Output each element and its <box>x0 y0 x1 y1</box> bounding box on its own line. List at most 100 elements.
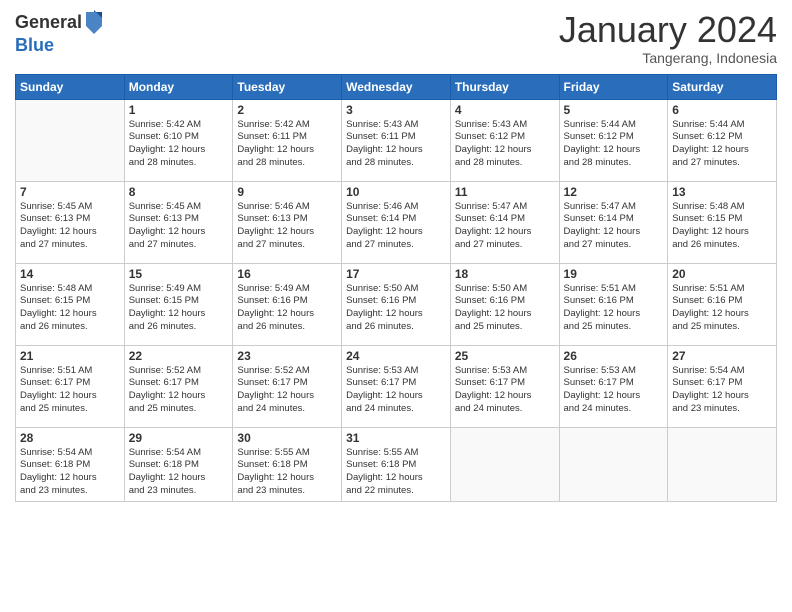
day-info: Sunrise: 5:53 AMSunset: 6:17 PMDaylight:… <box>564 365 664 416</box>
day-number: 4 <box>455 103 555 117</box>
logo-blue: Blue <box>15 36 104 56</box>
day-number: 21 <box>20 349 120 363</box>
day-number: 1 <box>129 103 229 117</box>
page: General Blue January 2024 Tangerang, Ind… <box>0 0 792 612</box>
title-section: January 2024 Tangerang, Indonesia <box>559 10 777 66</box>
calendar-cell: 22Sunrise: 5:52 AMSunset: 6:17 PMDayligh… <box>124 345 233 427</box>
calendar-cell: 26Sunrise: 5:53 AMSunset: 6:17 PMDayligh… <box>559 345 668 427</box>
calendar-cell <box>668 427 777 501</box>
logo-text: General Blue <box>15 10 104 56</box>
calendar-cell: 24 Sunrise: 5:53 AMSunset: 6:17 PMDayligh… <box>342 345 451 427</box>
day-info: Sunrise: 5:48 AMSunset: 6:15 PMDaylight:… <box>672 201 772 252</box>
calendar-cell: 17Sunrise: 5:50 AMSunset: 6:16 PMDayligh… <box>342 263 451 345</box>
calendar-cell <box>16 99 125 181</box>
week-row-1: 7 Sunrise: 5:45 AMSunset: 6:13 PMDaylight… <box>16 181 777 263</box>
day-number: 14 <box>20 267 120 281</box>
calendar-cell: 1 Sunrise: 5:42 AMSunset: 6:10 PMDaylight… <box>124 99 233 181</box>
day-number: 20 <box>672 267 772 281</box>
calendar-cell: 7 Sunrise: 5:45 AMSunset: 6:13 PMDaylight… <box>16 181 125 263</box>
day-info: Sunrise: 5:52 AMSunset: 6:17 PMDaylight:… <box>237 365 337 416</box>
calendar-cell: 14 Sunrise: 5:48 AMSunset: 6:15 PMDayligh… <box>16 263 125 345</box>
day-number: 16 <box>237 267 337 281</box>
calendar-cell <box>450 427 559 501</box>
day-info: Sunrise: 5:53 AMSunset: 6:17 PMDaylight:… <box>346 365 446 416</box>
day-info: Sunrise: 5:53 AMSunset: 6:17 PMDaylight:… <box>455 365 555 416</box>
month-title: January 2024 <box>559 10 777 50</box>
day-info: Sunrise: 5:42 AMSunset: 6:11 PMDaylight:… <box>237 119 337 170</box>
col-header-sunday: Sunday <box>16 74 125 99</box>
calendar-cell: 20 Sunrise: 5:51 AMSunset: 6:16 PMDayligh… <box>668 263 777 345</box>
day-number: 15 <box>129 267 229 281</box>
calendar-cell: 16 Sunrise: 5:49 AMSunset: 6:16 PMDayligh… <box>233 263 342 345</box>
day-number: 30 <box>237 431 337 445</box>
day-number: 27 <box>672 349 772 363</box>
calendar-cell: 11 Sunrise: 5:47 AMSunset: 6:14 PMDayligh… <box>450 181 559 263</box>
day-info: Sunrise: 5:47 AMSunset: 6:14 PMDaylight:… <box>455 201 555 252</box>
day-number: 10 <box>346 185 446 199</box>
day-info: Sunrise: 5:42 AMSunset: 6:10 PMDaylight:… <box>129 119 229 170</box>
day-info: Sunrise: 5:54 AMSunset: 6:17 PMDaylight:… <box>672 365 772 416</box>
calendar-cell: 6Sunrise: 5:44 AMSunset: 6:12 PMDaylight… <box>668 99 777 181</box>
calendar-cell: 25 Sunrise: 5:53 AMSunset: 6:17 PMDayligh… <box>450 345 559 427</box>
day-number: 7 <box>20 185 120 199</box>
day-info: Sunrise: 5:46 AMSunset: 6:14 PMDaylight:… <box>346 201 446 252</box>
day-number: 23 <box>237 349 337 363</box>
day-info: Sunrise: 5:44 AMSunset: 6:12 PMDaylight:… <box>564 119 664 170</box>
day-number: 17 <box>346 267 446 281</box>
calendar-cell: 27 Sunrise: 5:54 AMSunset: 6:17 PMDayligh… <box>668 345 777 427</box>
calendar-cell: 15 Sunrise: 5:49 AMSunset: 6:15 PMDayligh… <box>124 263 233 345</box>
calendar-cell: 13Sunrise: 5:48 AMSunset: 6:15 PMDayligh… <box>668 181 777 263</box>
day-number: 24 <box>346 349 446 363</box>
location: Tangerang, Indonesia <box>559 50 777 66</box>
col-header-friday: Friday <box>559 74 668 99</box>
day-info: Sunrise: 5:49 AMSunset: 6:16 PMDaylight:… <box>237 283 337 334</box>
calendar-cell: 12Sunrise: 5:47 AMSunset: 6:14 PMDayligh… <box>559 181 668 263</box>
week-row-3: 21 Sunrise: 5:51 AMSunset: 6:17 PMDayligh… <box>16 345 777 427</box>
day-number: 19 <box>564 267 664 281</box>
calendar-cell: 29Sunrise: 5:54 AMSunset: 6:18 PMDayligh… <box>124 427 233 501</box>
day-info: Sunrise: 5:55 AMSunset: 6:18 PMDaylight:… <box>346 447 446 498</box>
day-info: Sunrise: 5:44 AMSunset: 6:12 PMDaylight:… <box>672 119 772 170</box>
day-number: 31 <box>346 431 446 445</box>
day-info: Sunrise: 5:48 AMSunset: 6:15 PMDaylight:… <box>20 283 120 334</box>
calendar-cell: 8 Sunrise: 5:45 AMSunset: 6:13 PMDaylight… <box>124 181 233 263</box>
col-header-monday: Monday <box>124 74 233 99</box>
col-header-wednesday: Wednesday <box>342 74 451 99</box>
day-info: Sunrise: 5:46 AMSunset: 6:13 PMDaylight:… <box>237 201 337 252</box>
day-info: Sunrise: 5:43 AMSunset: 6:12 PMDaylight:… <box>455 119 555 170</box>
calendar-table: SundayMondayTuesdayWednesdayThursdayFrid… <box>15 74 777 502</box>
header: General Blue January 2024 Tangerang, Ind… <box>15 10 777 66</box>
logo: General Blue <box>15 10 104 56</box>
week-row-0: 1 Sunrise: 5:42 AMSunset: 6:10 PMDaylight… <box>16 99 777 181</box>
calendar-cell: 21 Sunrise: 5:51 AMSunset: 6:17 PMDayligh… <box>16 345 125 427</box>
col-header-thursday: Thursday <box>450 74 559 99</box>
day-info: Sunrise: 5:52 AMSunset: 6:17 PMDaylight:… <box>129 365 229 416</box>
day-info: Sunrise: 5:45 AMSunset: 6:13 PMDaylight:… <box>129 201 229 252</box>
day-info: Sunrise: 5:51 AMSunset: 6:17 PMDaylight:… <box>20 365 120 416</box>
day-info: Sunrise: 5:51 AMSunset: 6:16 PMDaylight:… <box>672 283 772 334</box>
calendar-cell: 10 Sunrise: 5:46 AMSunset: 6:14 PMDayligh… <box>342 181 451 263</box>
calendar-header-row: SundayMondayTuesdayWednesdayThursdayFrid… <box>16 74 777 99</box>
day-number: 2 <box>237 103 337 117</box>
day-number: 28 <box>20 431 120 445</box>
day-number: 11 <box>455 185 555 199</box>
calendar-cell: 2 Sunrise: 5:42 AMSunset: 6:11 PMDaylight… <box>233 99 342 181</box>
calendar-cell: 28 Sunrise: 5:54 AMSunset: 6:18 PMDayligh… <box>16 427 125 501</box>
calendar-cell: 30 Sunrise: 5:55 AMSunset: 6:18 PMDayligh… <box>233 427 342 501</box>
day-info: Sunrise: 5:49 AMSunset: 6:15 PMDaylight:… <box>129 283 229 334</box>
day-info: Sunrise: 5:50 AMSunset: 6:16 PMDaylight:… <box>455 283 555 334</box>
logo-icon <box>84 8 104 36</box>
day-info: Sunrise: 5:45 AMSunset: 6:13 PMDaylight:… <box>20 201 120 252</box>
calendar-cell: 31 Sunrise: 5:55 AMSunset: 6:18 PMDayligh… <box>342 427 451 501</box>
day-info: Sunrise: 5:54 AMSunset: 6:18 PMDaylight:… <box>20 447 120 498</box>
col-header-tuesday: Tuesday <box>233 74 342 99</box>
day-info: Sunrise: 5:43 AMSunset: 6:11 PMDaylight:… <box>346 119 446 170</box>
day-number: 8 <box>129 185 229 199</box>
col-header-saturday: Saturday <box>668 74 777 99</box>
logo-general: General <box>15 13 82 33</box>
day-number: 18 <box>455 267 555 281</box>
day-number: 25 <box>455 349 555 363</box>
calendar-cell: 19Sunrise: 5:51 AMSunset: 6:16 PMDayligh… <box>559 263 668 345</box>
calendar-cell: 18 Sunrise: 5:50 AMSunset: 6:16 PMDayligh… <box>450 263 559 345</box>
day-info: Sunrise: 5:55 AMSunset: 6:18 PMDaylight:… <box>237 447 337 498</box>
